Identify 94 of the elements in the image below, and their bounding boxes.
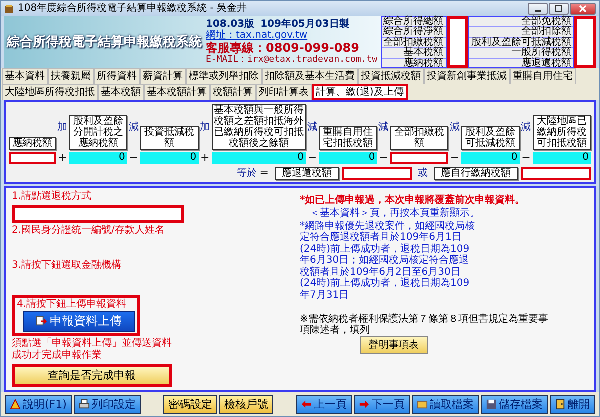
- upload-note: 須點選「申報資料上傳」並傳送資料成功才完成申報作業: [12, 338, 173, 362]
- operator-symbol: =: [260, 167, 269, 179]
- operator-word: 減: [521, 120, 532, 135]
- tab[interactable]: 稅額計算: [210, 84, 256, 100]
- toolbar-button[interactable]: 密碼設定: [163, 394, 218, 414]
- tab[interactable]: 大陸地區所得稅扣抵: [2, 84, 98, 100]
- close-icon: [578, 4, 588, 12]
- result-label: 應自行繳納稅額: [434, 166, 518, 180]
- tab[interactable]: 投資新創事業抵減: [424, 68, 510, 84]
- operator-symbol: +: [58, 152, 68, 164]
- tab[interactable]: 標準或列舉扣除: [186, 68, 262, 84]
- tab[interactable]: 扣除額及基本生活費: [262, 68, 358, 84]
- operator-symbol: −: [379, 152, 388, 164]
- formula-label: 應納稅額: [9, 137, 56, 150]
- operator-symbol: −: [129, 152, 139, 164]
- app-title: 綜合所得稅電子結算申報繳稅系統: [7, 34, 202, 51]
- tab[interactable]: 基本稅額: [98, 84, 144, 100]
- summary-label: 一般所得稅額: [469, 48, 574, 59]
- operator-word: 減: [378, 120, 389, 135]
- operator-symbol: +: [200, 152, 210, 164]
- amount-field: 0: [69, 152, 128, 164]
- operator-symbol: −: [308, 152, 318, 164]
- step-label: 3.請按下鈕選取金融機構: [12, 260, 122, 272]
- tab[interactable]: 重購自用住宅: [510, 68, 576, 84]
- summary-label: 全部扣除額: [469, 27, 574, 38]
- query-button[interactable]: 查詢是否完成申報: [12, 364, 172, 387]
- tab[interactable]: 薪資計算: [140, 68, 186, 84]
- upload-button[interactable]: 申報資料上傳: [23, 311, 135, 332]
- left-arrow-icon: [300, 398, 312, 410]
- operator-word: 等於: [236, 166, 257, 180]
- toolbar-button[interactable]: 儲存檔案: [480, 394, 548, 414]
- tab[interactable]: 扶養親屬: [48, 68, 94, 84]
- formula-label: 股利及盈餘可抵減稅額: [461, 126, 520, 150]
- toolbar-button[interactable]: 讀取檔案: [412, 394, 479, 414]
- operator-symbol: −: [450, 152, 460, 164]
- tab[interactable]: 基本稅額計算: [144, 84, 210, 100]
- warning-text: *如已上傳申報過，本次申報將覆蓋前次申報資料。: [300, 195, 526, 207]
- statement-note: ※需依納稅者權利保護法第７條第８項但書規定為重要事項陳述者，填列: [300, 314, 550, 336]
- hotline-text: 客服專線：0809-099-089: [206, 40, 360, 54]
- step-label: 1.請點選退稅方式: [12, 191, 92, 203]
- step-label: 4.請按下鈕上傳申報資料: [17, 299, 127, 311]
- website-link[interactable]: 網址：tax.nat.gov.tw: [206, 30, 378, 40]
- formula-label: 股利及盈餘分開計稅之應納稅額: [69, 115, 128, 150]
- operator-symbol: −: [522, 152, 531, 164]
- version-text: 108.03版: [206, 18, 255, 30]
- window-title: 108年度綜合所得稅電子結算申報繳稅系統 - 吳金井: [18, 2, 248, 14]
- amount-field: 0: [318, 152, 378, 164]
- refund-method-field[interactable]: [12, 205, 184, 223]
- tab[interactable]: 計算、繳(退)及上傳: [312, 84, 408, 100]
- tab[interactable]: 列印計算表: [256, 84, 312, 100]
- help-icon: [10, 398, 21, 410]
- email-text: E-MAIL：irx@etax.tradevan.com.tw: [206, 54, 378, 66]
- operator-word: 減: [450, 120, 460, 135]
- toolbar-button[interactable]: 說明(F1): [5, 394, 72, 414]
- minimize-button[interactable]: [528, 2, 548, 14]
- operator-word: 加: [58, 120, 68, 135]
- summary-label: 綜合所得淨額: [382, 27, 446, 38]
- maximize-icon: [554, 4, 564, 12]
- toolbar-button[interactable]: 上一頁: [296, 394, 352, 414]
- toolbar-button[interactable]: 列印設定: [74, 394, 141, 414]
- operator-word: 減: [307, 120, 318, 135]
- formula-label: 全部扣繳稅額: [390, 126, 448, 150]
- upload-icon: [36, 316, 47, 327]
- notice-text: ＜基本資料＞頁，再按本頁重新顯示。: [309, 208, 481, 220]
- step-label: 2.國民身分證統一編號/存款人姓名: [12, 225, 165, 237]
- folder-icon: [416, 398, 428, 410]
- formula-label: 重購自用住宅扣抵稅額: [318, 126, 378, 150]
- operator-word: 或: [418, 166, 428, 180]
- app-icon: [4, 4, 14, 14]
- amount-field: 0: [532, 152, 591, 164]
- amount-field: 0: [140, 152, 199, 164]
- print-icon: [78, 398, 90, 410]
- operator-word: 加: [200, 120, 210, 135]
- statement-button[interactable]: 聲明事項表: [360, 336, 428, 354]
- right-arrow-icon: [358, 398, 370, 410]
- refund-notice: *網路申報優先退稅案件，如經國稅局核定符合應退稅額者且於109年6月1日(24時)前上傳成功者，退稅日期為109年6月30日；如經國稅局核定符合應退稅額者且於109年6月2日至6月30日(24時)前上傳成功者，退稅日期為109年7月31日: [300, 220, 475, 301]
- toolbar-button[interactable]: 離開: [550, 394, 595, 414]
- build-date: 109年05月03日製: [260, 18, 350, 30]
- amount-field: 0: [212, 152, 306, 164]
- maximize-button[interactable]: [549, 2, 569, 14]
- formula-label: 大陸地區已繳納所得稅可扣抵稅額: [532, 115, 591, 150]
- result-label: 應退還稅額: [275, 166, 339, 180]
- summary-label: 基本稅額: [382, 48, 446, 59]
- amount-field: 0: [461, 152, 520, 164]
- toolbar-button[interactable]: 下一頁: [354, 394, 410, 414]
- tab[interactable]: 投資抵減稅額: [358, 68, 424, 84]
- operator-word: 減: [128, 120, 139, 135]
- toolbar-button[interactable]: 檢核戶號: [219, 394, 274, 414]
- door-icon: [554, 398, 566, 410]
- formula-label: 基本稅額與一般所得稅額之差額扣抵海外已繳納所得稅可扣抵稅額後之餘額: [212, 104, 306, 150]
- close-button[interactable]: [570, 2, 596, 14]
- formula-label: 投資抵減稅額: [140, 126, 199, 150]
- tab[interactable]: 基本資料: [2, 68, 48, 84]
- tab[interactable]: 所得資料: [94, 68, 140, 84]
